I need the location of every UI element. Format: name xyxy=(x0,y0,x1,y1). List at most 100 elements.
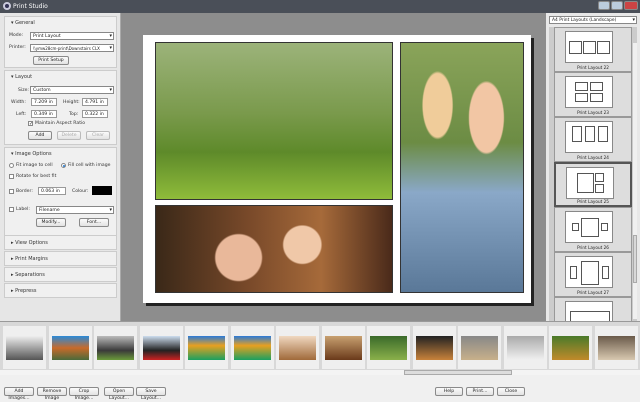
fit-image-label: Fit image to cell xyxy=(16,163,53,168)
thumbnail-image xyxy=(97,336,134,360)
add-button[interactable]: Add xyxy=(28,131,52,140)
rotate-checkbox[interactable] xyxy=(9,174,14,179)
filmstrip-thumbnail-woman-autumn[interactable] xyxy=(321,326,365,369)
thumbnail-image xyxy=(370,336,407,360)
layouts-scrollbar[interactable] xyxy=(632,43,637,319)
general-header[interactable]: ▾ General xyxy=(11,20,35,26)
filmstrip-thumbnail-steam-train-field[interactable] xyxy=(94,326,137,369)
thumbnail-image xyxy=(142,336,180,360)
close-window-button[interactable] xyxy=(624,1,638,10)
filmstrip-thumbnail-venice-gondolas[interactable] xyxy=(185,326,228,369)
print-button[interactable]: Print... xyxy=(466,387,494,396)
photo-mother-child-hats[interactable] xyxy=(155,205,393,293)
thumbnail-image xyxy=(324,336,362,360)
rotate-label: Rotate for best fit xyxy=(16,174,57,179)
layouts-dropdown[interactable]: A4 Print Layouts (Landscape) xyxy=(549,16,637,24)
prepress-section[interactable]: ▸ Prepress xyxy=(4,283,117,298)
mode-select[interactable]: Print Layout xyxy=(30,32,114,40)
photo-mother-daughter-hug[interactable] xyxy=(400,42,524,293)
thumbnail-image xyxy=(552,336,589,360)
print-setup-button[interactable]: Print Setup xyxy=(33,56,69,65)
top-label: Top: xyxy=(69,112,79,117)
printer-select[interactable]: \\ymw28cm-print\Downstairs CLX xyxy=(30,44,114,52)
filmstrip-thumbnail-venice-gondolas-2[interactable] xyxy=(230,326,274,369)
general-section: ▾ General Mode: Print Layout Printer: \\… xyxy=(4,16,117,68)
border-input[interactable]: 0.063 in xyxy=(38,187,66,195)
label-checkbox[interactable] xyxy=(9,207,14,212)
delete-button[interactable]: Delete xyxy=(57,131,81,140)
window-title: Print Studio xyxy=(13,3,48,10)
image-options-section: ▾ Image Options Fit image to cell Fill c… xyxy=(4,147,117,243)
size-select[interactable]: Custom xyxy=(30,86,114,94)
border-checkbox[interactable] xyxy=(9,189,14,194)
image-options-header[interactable]: ▾ Image Options xyxy=(11,151,52,157)
label-label: Label: xyxy=(16,207,30,212)
app-icon xyxy=(3,2,11,10)
filmstrip-thumbnail-family-outdoor[interactable] xyxy=(367,326,410,369)
layouts-panel: A4 Print Layouts (Landscape) Print Layou… xyxy=(546,13,640,321)
colour-label: Colour: xyxy=(72,189,89,194)
filmstrip-thumbnail-steam-train-sepia[interactable] xyxy=(3,326,46,369)
separations-section[interactable]: ▸ Separations xyxy=(4,267,117,282)
minimize-button[interactable] xyxy=(598,1,610,10)
filmstrip-thumbnail-railway-tracks-sunset[interactable] xyxy=(48,326,92,369)
left-input[interactable]: 0.349 in xyxy=(31,110,57,118)
print-page xyxy=(143,35,531,303)
filmstrip-thumbnail-bird-branch[interactable] xyxy=(412,326,456,369)
thumbnail-image xyxy=(415,336,453,360)
filmstrip-thumbnail-hedgehog[interactable] xyxy=(458,326,501,369)
thumbnail-image xyxy=(461,336,498,360)
open-layout-button[interactable]: Open Layout... xyxy=(104,387,134,401)
bottom-toolbar: Add Images... Remove Image Crop Image...… xyxy=(0,375,640,401)
layout-header[interactable]: ▾ Layout xyxy=(11,74,32,80)
close-button[interactable]: Close xyxy=(497,387,525,396)
filmstrip xyxy=(0,321,640,375)
filmstrip-thumbnail-steam-train-red[interactable] xyxy=(139,326,183,369)
help-button[interactable]: Help xyxy=(435,387,463,396)
layout-item[interactable] xyxy=(554,297,632,321)
thumbnail-image xyxy=(506,336,544,360)
font-button[interactable]: Font... xyxy=(79,218,109,227)
top-input[interactable]: 0.322 in xyxy=(82,110,108,118)
modify-button[interactable]: Modify... xyxy=(36,218,66,227)
remove-image-button[interactable]: Remove Image xyxy=(37,387,67,401)
fit-image-radio[interactable] xyxy=(9,163,14,168)
printer-label: Printer: xyxy=(9,45,26,50)
size-label: Size: xyxy=(18,88,29,93)
layout-item-selected[interactable]: Print Layout 25 xyxy=(554,162,632,207)
width-input[interactable]: 7.209 in xyxy=(31,98,57,106)
label-select[interactable]: Filename xyxy=(36,206,114,214)
colour-swatch[interactable] xyxy=(92,186,112,195)
print-margins-section[interactable]: ▸ Print Margins xyxy=(4,251,117,266)
filmstrip-thumbnail-mother-child[interactable] xyxy=(276,326,319,369)
border-label: Border: xyxy=(16,189,33,194)
crop-image-button[interactable]: Crop Image... xyxy=(69,387,99,401)
clear-button[interactable]: Clear xyxy=(86,131,110,140)
layout-item[interactable]: Print Layout 27 xyxy=(554,252,632,297)
thumbnail-image xyxy=(597,336,635,360)
filmstrip-thumbnail-squirrel[interactable] xyxy=(549,326,592,369)
add-images-button[interactable]: Add Images... xyxy=(4,387,34,401)
fill-cell-radio[interactable] xyxy=(61,163,66,168)
view-options-section[interactable]: ▸ View Options xyxy=(4,235,117,250)
thumbnail-image xyxy=(6,336,43,360)
options-panel: ▾ General Mode: Print Layout Printer: \\… xyxy=(0,13,121,321)
layout-item[interactable]: Print Layout 23 xyxy=(554,72,632,117)
thumbnail-image xyxy=(233,336,271,360)
filmstrip-thumbnail-kitten[interactable] xyxy=(503,326,547,369)
layout-item[interactable]: Print Layout 26 xyxy=(554,207,632,252)
left-label: Left: xyxy=(16,112,27,117)
filmstrip-thumbnail-puppy[interactable] xyxy=(594,326,638,369)
scrollbar-thumb[interactable] xyxy=(633,235,637,283)
layout-section: ▾ Layout Size: Custom Width: 7.209 in He… xyxy=(4,70,117,145)
maximize-button[interactable] xyxy=(611,1,623,10)
mode-label: Mode: xyxy=(9,33,24,38)
maintain-aspect-checkbox[interactable]: ✓ xyxy=(28,121,33,127)
photo-father-child-park[interactable] xyxy=(155,42,393,200)
layouts-list: Print Layout 22 Print Layout 23 Print La… xyxy=(549,27,637,321)
save-layout-button[interactable]: Save Layout... xyxy=(136,387,166,401)
height-input[interactable]: 4.791 in xyxy=(82,98,108,106)
layout-item[interactable]: Print Layout 22 xyxy=(554,27,632,72)
thumbnail-image xyxy=(51,336,89,360)
layout-item[interactable]: Print Layout 24 xyxy=(554,117,632,162)
